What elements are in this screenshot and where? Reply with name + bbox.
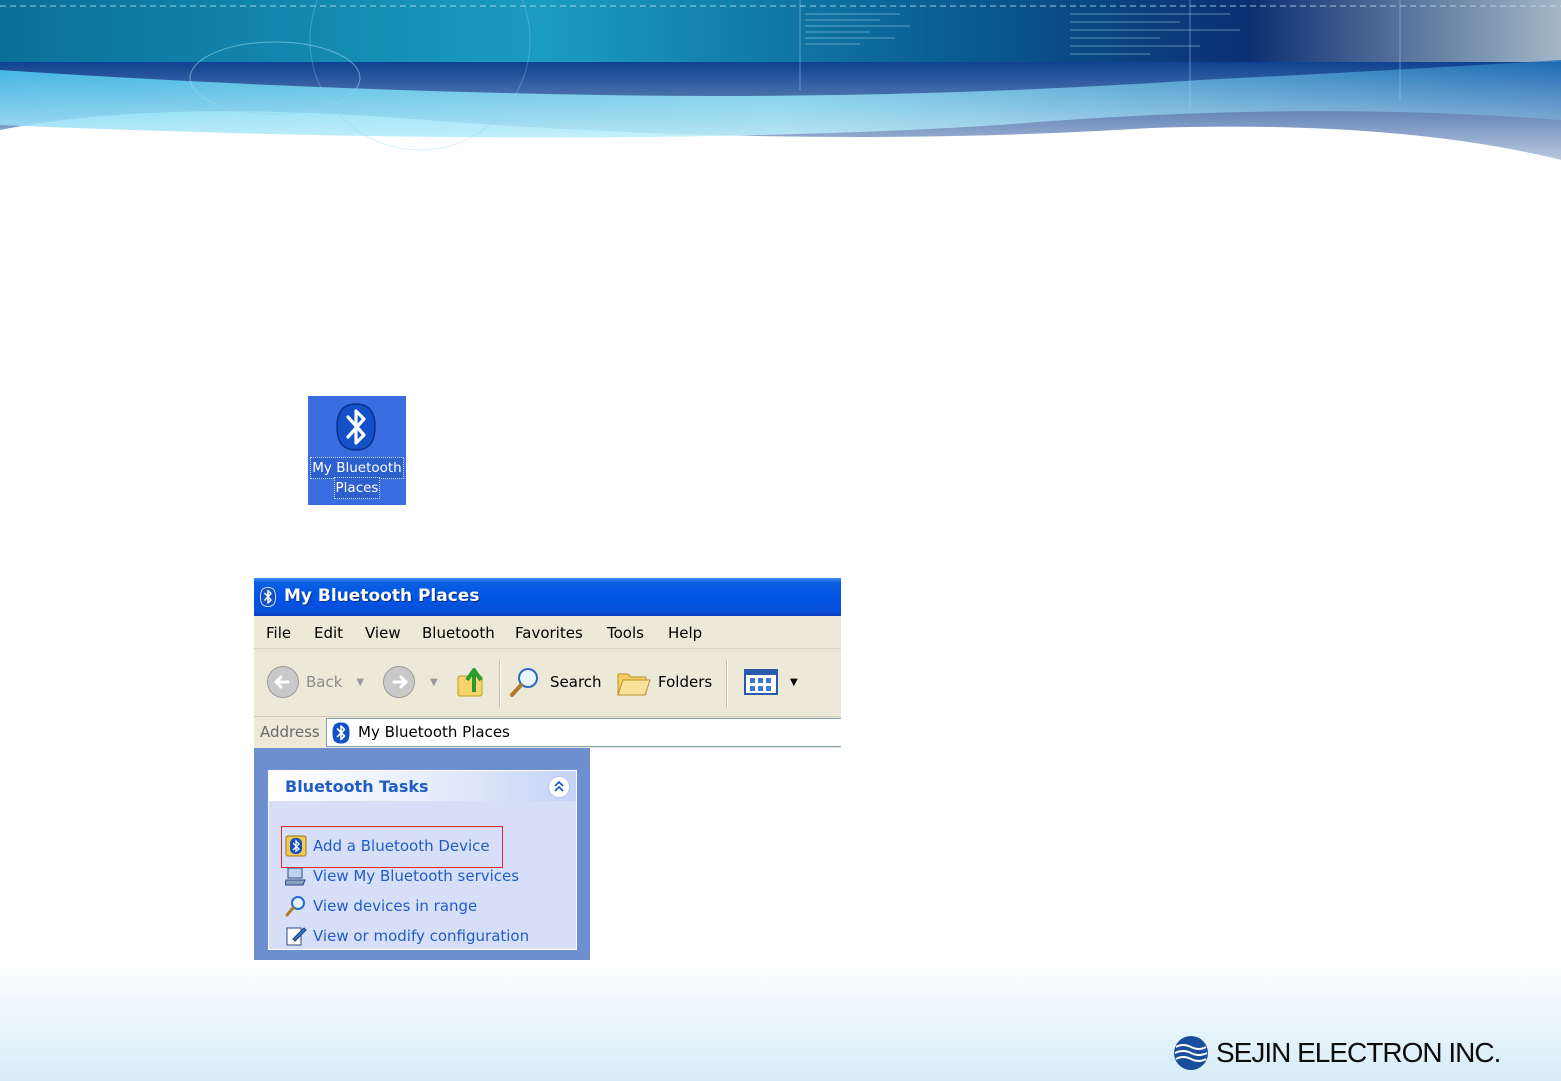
up-folder-button[interactable]: [456, 662, 490, 702]
address-bar: Address My Bluetooth Places: [254, 717, 841, 748]
search-icon: [510, 668, 538, 697]
search-button[interactable]: Search: [508, 662, 602, 702]
toolbar: Back ▼ ▼ Search Folders ▼: [254, 649, 841, 717]
menu-favorites[interactable]: Favorites: [515, 624, 583, 642]
chevron-up-icon: [554, 780, 564, 792]
bluetooth-icon: [336, 403, 376, 451]
menu-file[interactable]: File: [266, 624, 291, 642]
bluetooth-tasks-panel: Bluetooth Tasks Add a Bluetooth Device V…: [268, 770, 577, 950]
forward-arrow-icon: [383, 666, 415, 698]
search-label: Search: [550, 673, 602, 691]
menu-help[interactable]: Help: [668, 624, 702, 642]
computer-icon: [285, 867, 306, 886]
bluetooth-icon: [260, 587, 276, 607]
views-button[interactable]: ▼: [742, 662, 798, 702]
desktop-icon-my-bluetooth-places[interactable]: My Bluetooth Places: [308, 396, 406, 505]
magnifier-icon: [285, 896, 305, 917]
back-dropdown-icon[interactable]: ▼: [356, 677, 364, 688]
task-view-devices-in-range[interactable]: View devices in range: [285, 895, 477, 917]
task-view-or-modify-configuration[interactable]: View or modify configuration: [285, 925, 529, 947]
desktop-icon-label: My Bluetooth Places: [308, 457, 406, 499]
menu-edit[interactable]: Edit: [314, 624, 343, 642]
menu-bar: File Edit View Bluetooth Favorites Tools…: [254, 616, 841, 649]
task-label: View devices in range: [313, 897, 478, 915]
toolbar-separator: [499, 659, 501, 707]
back-button[interactable]: Back ▼: [266, 662, 364, 702]
up-folder-icon: [457, 668, 483, 697]
config-icon: [286, 927, 307, 946]
forward-dropdown-icon[interactable]: ▼: [430, 677, 438, 688]
bluetooth-tasks-header[interactable]: Bluetooth Tasks: [269, 771, 576, 801]
banner-graphic: [0, 0, 1561, 200]
back-label: Back: [306, 673, 343, 691]
task-label: View My Bluetooth services: [313, 867, 520, 885]
folders-icon: [617, 673, 651, 696]
title-bar[interactable]: My Bluetooth Places: [254, 578, 841, 616]
task-label: View or modify configuration: [313, 927, 530, 945]
bluetooth-icon: [332, 722, 350, 744]
desktop-icon-label-line2: Places: [333, 477, 381, 499]
explorer-window: My Bluetooth Places File Edit View Bluet…: [254, 578, 841, 966]
address-value: My Bluetooth Places: [358, 723, 510, 741]
views-dropdown-icon[interactable]: ▼: [790, 677, 798, 688]
address-label: Address: [260, 723, 320, 741]
task-view-my-bluetooth-services[interactable]: View My Bluetooth services: [285, 865, 519, 887]
desktop-icon-label-line1: My Bluetooth: [310, 457, 404, 479]
highlight-box: [281, 826, 503, 868]
back-arrow-icon: [267, 666, 299, 698]
company-name: SEJIN ELECTRON INC.: [1216, 1037, 1501, 1068]
views-icon: [744, 669, 778, 695]
forward-button[interactable]: ▼: [382, 662, 438, 702]
window-title: My Bluetooth Places: [284, 586, 480, 606]
collapse-button[interactable]: [548, 776, 570, 798]
bluetooth-tasks-title: Bluetooth Tasks: [285, 777, 429, 796]
sejin-logo-icon: [1174, 1036, 1208, 1070]
menu-tools[interactable]: Tools: [607, 624, 644, 642]
toolbar-separator: [726, 659, 728, 707]
menu-view[interactable]: View: [365, 624, 401, 642]
task-pane: Bluetooth Tasks Add a Bluetooth Device V…: [254, 748, 590, 966]
company-logo: SEJIN ELECTRON INC.: [1172, 1034, 1501, 1072]
menu-bluetooth[interactable]: Bluetooth: [422, 624, 495, 642]
address-input[interactable]: My Bluetooth Places: [326, 718, 841, 747]
header-banner: [0, 0, 1561, 200]
folders-button[interactable]: Folders: [616, 662, 712, 702]
folders-label: Folders: [658, 673, 713, 691]
